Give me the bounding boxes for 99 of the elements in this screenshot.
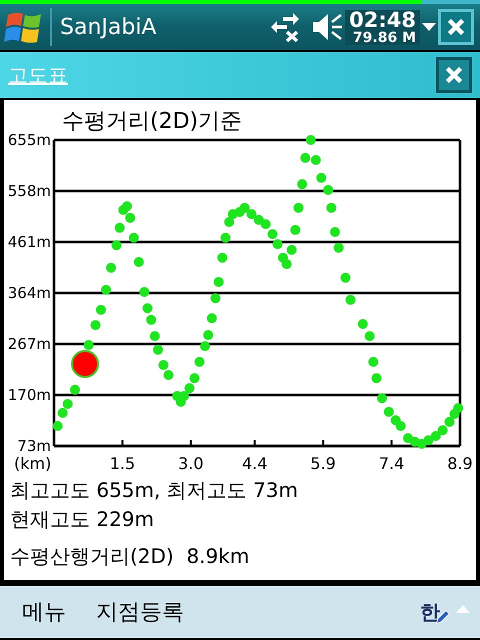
speaker-muted-icon[interactable] — [311, 11, 344, 43]
data-point — [106, 262, 116, 273]
app-title: SanJabiA — [60, 14, 158, 40]
data-point — [453, 403, 464, 414]
close-button[interactable] — [438, 9, 474, 45]
data-point — [62, 398, 73, 409]
data-point — [300, 152, 310, 163]
data-point — [286, 244, 297, 255]
data-point — [184, 383, 194, 394]
menu-item[interactable]: 메뉴 — [18, 597, 70, 627]
axis-label: 267m — [8, 335, 51, 353]
data-point — [310, 154, 321, 165]
axis-label: 4.4 — [242, 454, 268, 473]
data-point — [396, 421, 406, 432]
data-point — [134, 256, 144, 267]
axis-label: 3.0 — [178, 454, 204, 473]
data-point — [70, 384, 80, 395]
data-point — [430, 431, 441, 441]
data-point — [346, 294, 356, 305]
data-point — [326, 202, 336, 213]
data-point — [214, 276, 224, 287]
close-icon — [443, 64, 465, 86]
data-point — [290, 224, 300, 235]
position-marker — [71, 350, 100, 378]
data-point — [52, 421, 63, 432]
chart-title: 수평거리(2D)기준 — [62, 109, 242, 134]
data-point — [125, 212, 136, 223]
data-point — [179, 391, 189, 402]
data-point — [158, 360, 168, 370]
data-point — [297, 179, 308, 190]
axis-label: 170m — [8, 386, 51, 404]
data-point — [282, 259, 292, 270]
data-point — [101, 284, 111, 295]
data-point — [444, 416, 454, 427]
data-point — [334, 242, 344, 253]
data-point — [330, 227, 340, 237]
close-icon — [445, 16, 467, 38]
data-point — [194, 356, 205, 367]
close-button[interactable] — [436, 57, 472, 93]
data-point — [424, 435, 434, 446]
data-point — [139, 286, 150, 297]
menu-item[interactable]: 지점등록 — [92, 597, 188, 627]
data-point — [122, 201, 132, 212]
axis-label: 655m — [8, 131, 51, 149]
data-point — [210, 293, 220, 304]
data-point — [384, 406, 394, 417]
data-point — [142, 303, 153, 314]
data-point — [377, 393, 387, 404]
data-point — [306, 135, 316, 145]
data-point — [294, 202, 304, 213]
dropdown-icon[interactable] — [422, 22, 436, 32]
data-point — [153, 344, 163, 355]
data-point — [112, 240, 122, 250]
data-point — [368, 356, 378, 367]
data-point — [190, 373, 200, 384]
data-point — [164, 370, 174, 380]
data-point — [340, 272, 350, 283]
data-point — [246, 209, 257, 220]
data-point — [217, 252, 228, 263]
data-point — [364, 331, 375, 342]
data-point — [206, 313, 217, 324]
data-point — [150, 331, 160, 342]
axis-label: 1.5 — [110, 454, 136, 473]
data-point — [84, 340, 94, 350]
memory-text: 79.86 M — [352, 30, 416, 44]
data-point — [260, 219, 271, 230]
axis-label: 558m — [8, 182, 51, 200]
summary-text: 수평산행거리(2D) 8.9km — [10, 543, 250, 570]
summary-text: 최고고도 655m, 최저고도 73m — [10, 477, 300, 504]
data-point — [323, 184, 334, 195]
data-point — [358, 319, 368, 330]
data-point — [114, 222, 125, 233]
summary-text: 현재고도 229m — [10, 506, 156, 533]
axis-label: 7.4 — [378, 454, 404, 473]
axis-title: (km) — [14, 454, 52, 473]
data-point — [58, 408, 68, 418]
connection-icon[interactable] — [269, 11, 302, 43]
clock-time[interactable]: 02:48 — [349, 10, 416, 30]
axis-label: 8.9 — [447, 454, 473, 473]
data-point — [220, 232, 231, 243]
data-point — [146, 314, 156, 325]
data-point — [128, 232, 139, 243]
data-point — [438, 425, 448, 436]
data-point — [240, 202, 250, 213]
axis-label: 5.9 — [310, 454, 336, 473]
data-point — [90, 320, 100, 330]
axis-label: 461m — [8, 233, 51, 251]
data-point — [203, 330, 214, 340]
window-title: 고도표 — [8, 62, 68, 88]
data-point — [272, 239, 283, 250]
axis-label: 73m — [17, 437, 51, 455]
data-point — [316, 172, 326, 183]
data-point — [372, 373, 382, 384]
data-point — [268, 229, 278, 240]
data-point — [96, 304, 106, 315]
data-point — [200, 341, 210, 352]
axis-label: 364m — [8, 284, 51, 302]
data-point — [224, 217, 234, 228]
input-method-button[interactable]: 한 — [420, 598, 450, 626]
